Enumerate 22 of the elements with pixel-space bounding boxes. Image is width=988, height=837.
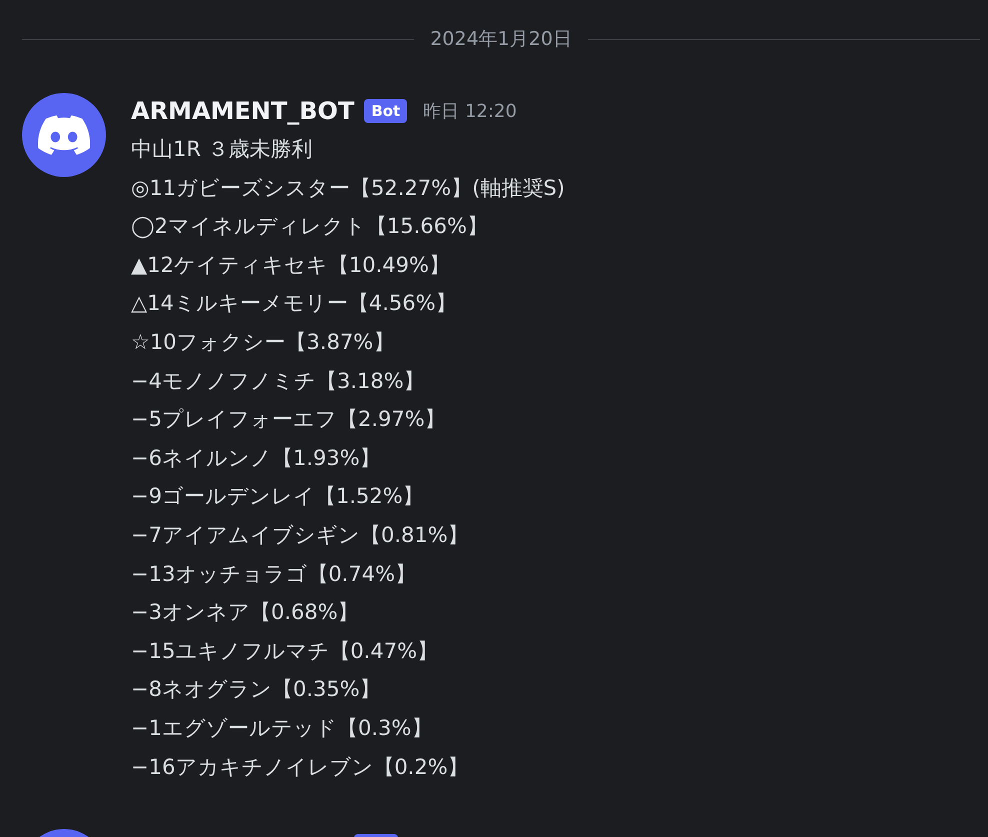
message-line: △14ミルキーメモリー【4.56%】 <box>131 290 458 318</box>
message-line: −1エグゾールテッド【0.3%】 <box>131 714 434 742</box>
game-controller-face-icon <box>38 115 90 155</box>
message-line: −8ネオグラン【0.35%】 <box>131 676 382 704</box>
message-line: ▲12ケイティキセキ【10.49%】 <box>131 252 451 279</box>
message-line: −4モノノフノミチ【3.18%】 <box>131 368 426 395</box>
message-line: ◎11ガビーズシスター【52.27%】(軸推奨S) <box>131 174 565 202</box>
message-line: ☆10フォクシー【3.87%】 <box>131 328 396 356</box>
date-divider: 2024年1月20日 <box>430 27 572 52</box>
bot-tag: Bot <box>364 99 408 123</box>
message-line: −3オンネア【0.68%】 <box>131 599 360 626</box>
message-line: −5プレイフォーエフ【2.97%】 <box>131 406 447 434</box>
message-line: ◯2マイネルディレクト【15.66%】 <box>131 213 489 240</box>
message-line: −16アカキチノイレブン【0.2%】 <box>131 754 470 780</box>
message-line: 中山1R ３歳未勝利 <box>131 136 314 163</box>
timestamp: 昨日 12:20 <box>423 100 517 123</box>
message-line: −15ユキノフルマチ【0.47%】 <box>131 638 440 665</box>
author-name[interactable]: ARMAMENT_BOT <box>131 97 354 125</box>
message-line: −7アイアムイブシギン【0.81%】 <box>131 522 470 549</box>
message-line: −13オッチョラゴ【0.74%】 <box>131 560 418 588</box>
message-line: −9ゴールデンレイ【1.52%】 <box>131 483 425 510</box>
message-line: −6ネイルンノ【1.93%】 <box>131 444 382 472</box>
